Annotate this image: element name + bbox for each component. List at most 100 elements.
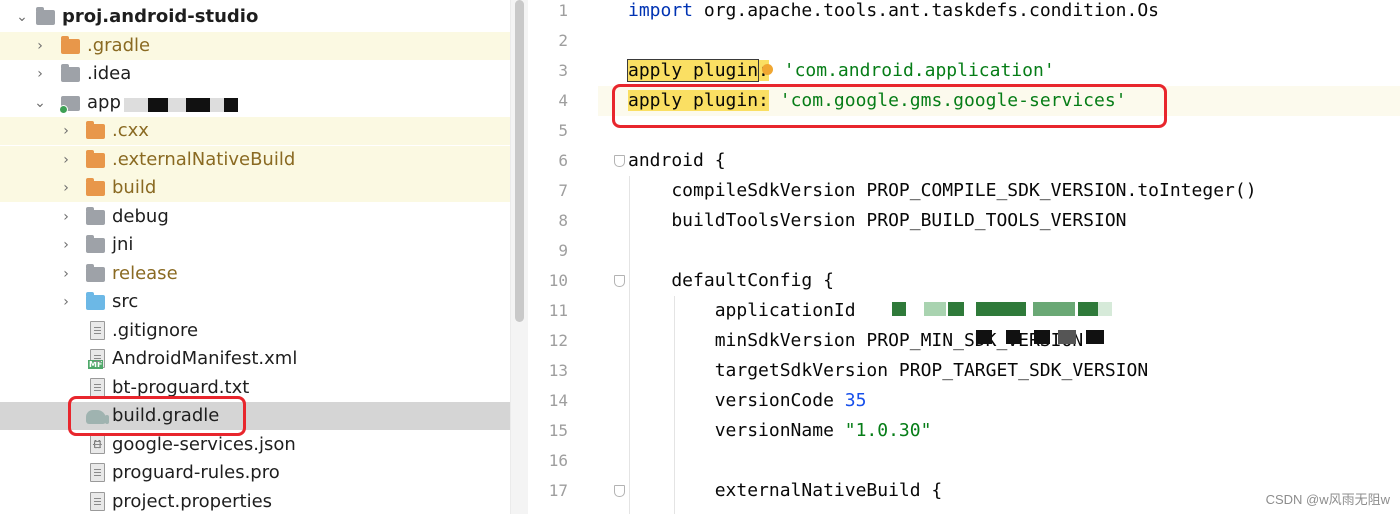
tree-item-project-properties[interactable]: project.properties: [0, 488, 510, 514]
tree-item-label: .externalNativeBuild: [112, 149, 296, 170]
fold-marker-icon[interactable]: [614, 275, 625, 287]
tree-item-debug[interactable]: › debug: [0, 203, 510, 231]
chevron-right-icon[interactable]: ›: [58, 235, 74, 255]
chevron-down-icon[interactable]: ⌄: [32, 93, 48, 113]
line-number: 9: [558, 241, 568, 260]
tree-item-external-native-build[interactable]: › .externalNativeBuild: [0, 146, 510, 174]
line-number: 1: [558, 1, 568, 20]
tree-item-label: build: [112, 177, 157, 198]
redaction-mark: [924, 302, 946, 316]
line-number: 7: [558, 181, 568, 200]
folder-icon: [86, 292, 106, 312]
tree-item-android-manifest[interactable]: MF AndroidManifest.xml: [0, 345, 510, 373]
text-file-icon: [88, 463, 108, 483]
redaction-mark: [224, 98, 238, 112]
redaction-mark: [892, 302, 906, 316]
code-line-6: android {: [628, 150, 726, 171]
redaction-mark: [948, 302, 964, 316]
manifest-file-icon: MF: [88, 349, 108, 369]
annotation-box-google-services: [612, 84, 1167, 128]
version-code-label: versionCode: [628, 390, 845, 411]
redaction-mark: [976, 330, 992, 344]
redaction-mark: [148, 98, 168, 112]
redaction-mark: [1058, 330, 1076, 344]
tree-item-gradle-dir[interactable]: › .gradle: [0, 32, 510, 60]
code-line-15: versionName "1.0.30": [628, 416, 932, 446]
chevron-right-icon[interactable]: ›: [32, 36, 48, 56]
code-line-8: buildToolsVersion PROP_BUILD_TOOLS_VERSI…: [628, 210, 1127, 231]
ignore-file-icon: [88, 321, 108, 341]
line-number-gutter: 1 2 3 4 5 6 7 8 9 10 11 12 13 14 15 16 1…: [528, 0, 598, 514]
line-number: 8: [558, 211, 568, 230]
tree-item-label: jni: [112, 234, 134, 255]
tree-item-proguard-rules[interactable]: proguard-rules.pro: [0, 459, 510, 487]
tree-item-gitignore[interactable]: .gitignore: [0, 317, 510, 345]
tree-item-label: AndroidManifest.xml: [112, 348, 298, 369]
code-editor[interactable]: 1 2 3 4 5 6 7 8 9 10 11 12 13 14 15 16 1…: [528, 0, 1400, 514]
text-file-icon: [88, 378, 108, 398]
tree-item-label: proguard-rules.pro: [112, 462, 280, 483]
redaction-mark: [1006, 330, 1020, 344]
redaction-mark: [1078, 302, 1098, 316]
tree-item-label: project.properties: [112, 491, 273, 512]
tree-item-cxx[interactable]: › .cxx: [0, 117, 510, 145]
tree-item-label: .gitignore: [112, 320, 199, 341]
redaction-mark: [1034, 330, 1050, 344]
tree-item-label: release: [112, 263, 178, 284]
fold-marker-icon[interactable]: [614, 485, 625, 497]
tree-item-label: .gradle: [87, 35, 151, 56]
tree-item-build[interactable]: › build: [0, 174, 510, 202]
fold-marker-icon[interactable]: [614, 155, 625, 167]
tree-item-idea[interactable]: › .idea: [0, 60, 510, 88]
line-number: 17: [548, 481, 568, 500]
redaction-mark: [1098, 302, 1112, 316]
code-line-13: targetSdkVersion PROP_TARGET_SDK_VERSION: [628, 360, 1149, 381]
code-line-1: import org.apache.tools.ant.taskdefs.con…: [628, 0, 1159, 26]
properties-file-icon: [88, 492, 108, 512]
line-number: 16: [548, 451, 568, 470]
tree-item-label: app: [87, 92, 121, 113]
tree-item-src[interactable]: › src: [0, 288, 510, 316]
tree-root-row[interactable]: ⌄ proj.android-studio: [0, 3, 510, 31]
tree-item-label: debug: [112, 206, 169, 227]
folder-icon: [86, 264, 106, 284]
chevron-right-icon[interactable]: ›: [32, 64, 48, 84]
chevron-right-icon[interactable]: ›: [58, 207, 74, 227]
tree-item-release[interactable]: › release: [0, 260, 510, 288]
tree-scrollbar[interactable]: [510, 0, 528, 514]
chevron-right-icon[interactable]: ›: [58, 264, 74, 284]
tree-scrollbar-thumb[interactable]: [515, 0, 524, 322]
line-number: 3: [558, 61, 568, 80]
folder-icon: [86, 178, 106, 198]
plugin-id-android-application: 'com.android.application': [783, 60, 1055, 81]
tree-item-app[interactable]: ⌄ app: [0, 89, 510, 117]
redaction-mark: [976, 302, 1026, 316]
line-number: 4: [558, 91, 568, 110]
chevron-right-icon[interactable]: ›: [58, 150, 74, 170]
folder-icon: [86, 207, 106, 227]
manifest-badge: MF: [88, 360, 104, 369]
redaction-mark: [168, 98, 186, 112]
chevron-right-icon[interactable]: ›: [58, 292, 74, 312]
module-folder-icon: [59, 93, 81, 114]
intention-bulb-icon[interactable]: [761, 64, 773, 75]
code-line-3: apply plugin: 'com.android.application': [626, 56, 1055, 86]
tree-item-label: .cxx: [112, 120, 149, 141]
line-number: 11: [548, 301, 568, 320]
version-name-label: versionName: [628, 420, 845, 441]
line-number: 2: [558, 31, 568, 50]
chevron-right-icon[interactable]: ›: [58, 178, 74, 198]
line-number: 14: [548, 391, 568, 410]
redaction-mark: [210, 98, 224, 112]
redaction-mark: [1033, 302, 1075, 316]
code-line-17: externalNativeBuild {: [628, 480, 943, 501]
chevron-right-icon[interactable]: ›: [58, 121, 74, 141]
tree-item-jni[interactable]: › jni: [0, 231, 510, 259]
folder-icon: [86, 121, 106, 141]
module-folder-icon: [36, 7, 56, 27]
version-name-value: "1.0.30": [844, 420, 932, 441]
code-line-7: compileSdkVersion PROP_COMPILE_SDK_VERSI…: [628, 180, 1257, 201]
line-number: 12: [548, 331, 568, 350]
chevron-down-icon[interactable]: ⌄: [14, 7, 30, 27]
code-line-11: applicationId: [628, 300, 856, 321]
